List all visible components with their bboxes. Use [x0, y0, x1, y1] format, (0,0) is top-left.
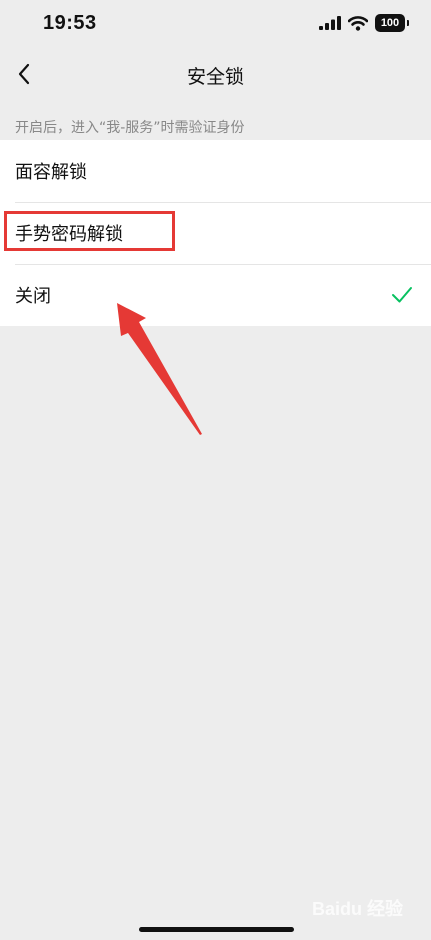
option-off[interactable]: 关闭 — [0, 264, 431, 326]
wifi-icon — [348, 15, 368, 31]
checkmark-icon — [392, 287, 412, 303]
signal-icon — [319, 16, 341, 30]
battery-icon: 100 — [375, 14, 409, 32]
battery-level: 100 — [380, 17, 400, 29]
home-indicator — [139, 927, 294, 932]
option-label: 关闭 — [15, 286, 51, 307]
page-title: 安全锁 — [186, 66, 244, 88]
option-label: 面容解锁 — [15, 162, 87, 183]
option-face-unlock[interactable]: 面容解锁 — [0, 140, 431, 202]
status-icons: 100 — [319, 14, 409, 32]
section-hint: 开启后，进入“我-服务”时需验证身份 — [15, 120, 245, 136]
watermark: Baidu 经验 — [311, 899, 403, 919]
nav-bar: 安全锁 — [0, 50, 431, 98]
highlight-annotation-box — [4, 211, 175, 251]
status-time: 19:53 — [43, 12, 97, 34]
status-bar: 19:53 100 — [0, 0, 431, 48]
